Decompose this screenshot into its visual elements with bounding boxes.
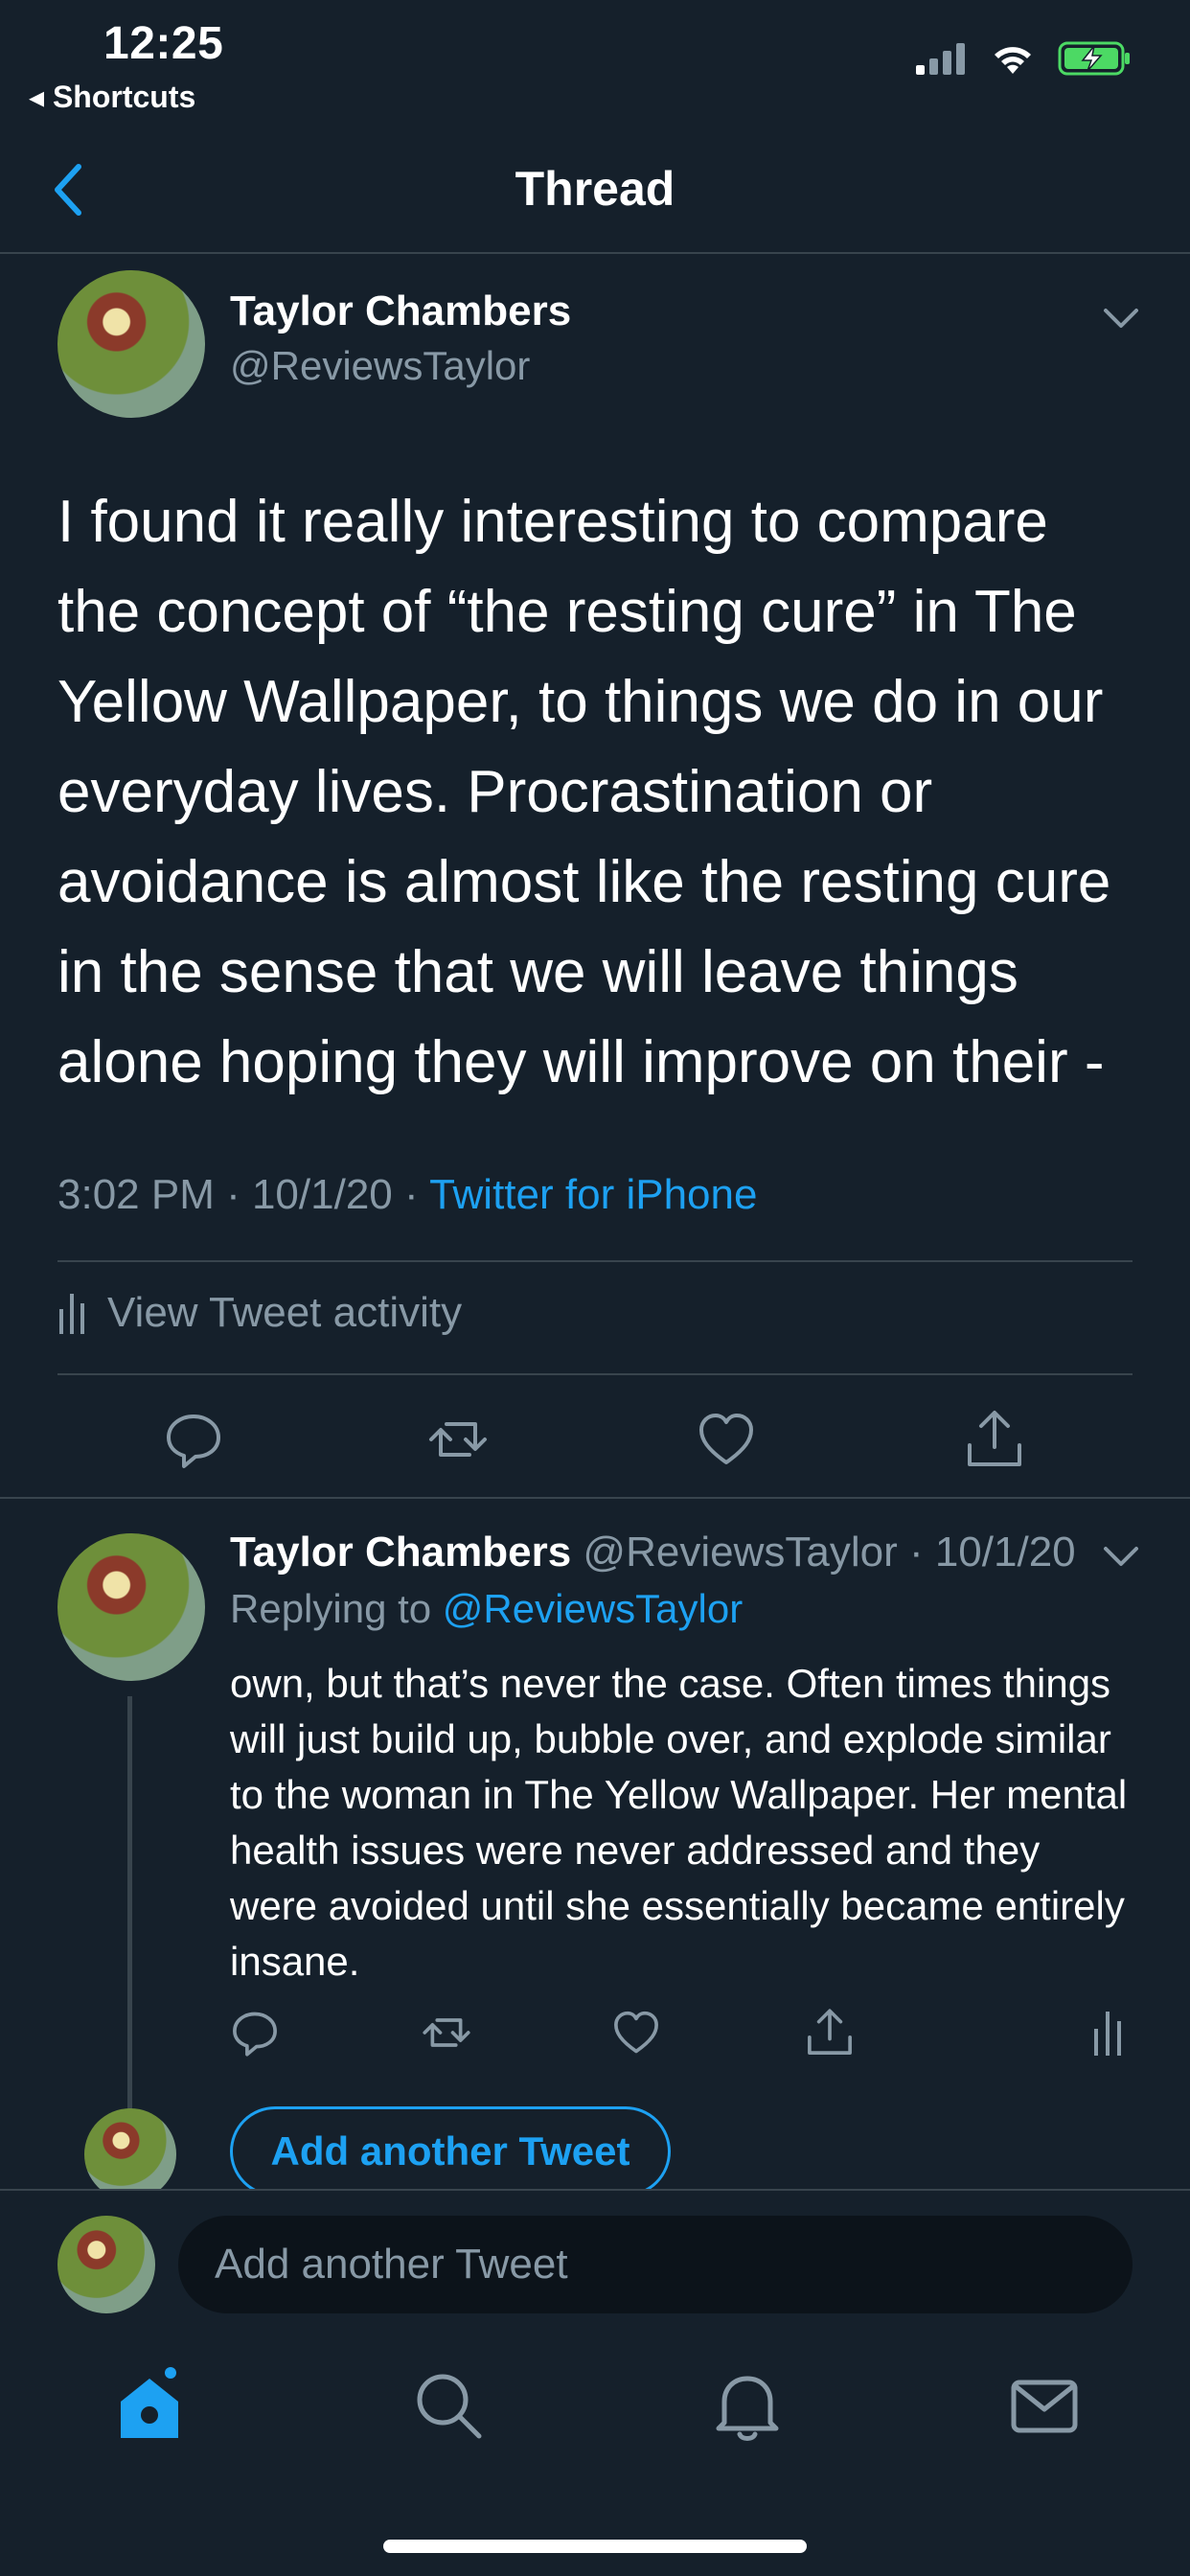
meta-divider (57, 1260, 1133, 1262)
tweet-source-link[interactable]: Twitter for iPhone (429, 1171, 757, 1218)
search-icon[interactable] (410, 2367, 487, 2444)
home-indicator[interactable] (383, 2540, 807, 2553)
page-title: Thread (515, 162, 675, 216)
view-tweet-activity-button[interactable]: View Tweet activity (57, 1289, 462, 1337)
reply-chevron-down-icon[interactable] (1102, 1543, 1140, 1570)
back-to-app-link[interactable]: ◂ Shortcuts (29, 79, 195, 115)
like-icon[interactable] (696, 1409, 757, 1470)
notifications-icon[interactable] (709, 2367, 786, 2444)
author-handle[interactable]: @ReviewsTaylor (230, 343, 530, 389)
reply-like-icon[interactable] (611, 2008, 661, 2058)
avatar[interactable] (57, 270, 205, 418)
reply-header: Taylor Chambers @ReviewsTaylor · 10/1/20 (230, 1529, 1076, 1576)
replying-to-handle-link[interactable]: @ReviewsTaylor (443, 1586, 743, 1631)
reply-reply-icon[interactable] (230, 2008, 280, 2058)
reply-avatar[interactable] (57, 1533, 205, 1681)
reply-icon[interactable] (163, 1409, 224, 1470)
retweet-icon[interactable] (427, 1409, 489, 1470)
replying-to: Replying to @ReviewsTaylor (230, 1586, 743, 1632)
chevron-down-icon[interactable] (1102, 305, 1140, 332)
small-avatar (84, 2108, 176, 2189)
wifi-icon (995, 47, 1031, 74)
share-icon[interactable] (964, 1409, 1025, 1470)
messages-icon[interactable] (1006, 2367, 1083, 2444)
view-tweet-activity-label: View Tweet activity (107, 1289, 463, 1336)
add-tweet-row: Add another Tweet (0, 2089, 1190, 2189)
reply-share-icon[interactable] (805, 2008, 855, 2058)
tweet-timestamp: 3:02 PM · 10/1/20 · (57, 1171, 430, 1218)
home-icon[interactable] (111, 2367, 188, 2444)
reply-handle-date: @ReviewsTaylor · 10/1/20 (571, 1529, 1076, 1576)
battery-charging-icon (1058, 41, 1130, 76)
header-divider (0, 252, 1190, 254)
analytics-icon (59, 1294, 84, 1334)
reply-analytics-icon[interactable] (1083, 2008, 1133, 2058)
reply-author-name[interactable]: Taylor Chambers (230, 1529, 571, 1576)
tweet-meta: 3:02 PM · 10/1/20 · Twitter for iPhone (57, 1171, 757, 1219)
cellular-signal-icon (916, 43, 965, 75)
add-another-tweet-button[interactable]: Add another Tweet (230, 2106, 671, 2189)
tweet-actions (0, 1409, 1190, 1476)
reply-retweet-icon[interactable] (422, 2008, 471, 2058)
replying-to-prefix: Replying to (230, 1586, 443, 1631)
activity-divider (57, 1373, 1133, 1375)
status-icons (916, 40, 1133, 77)
reply-tweet-text: own, but that’s never the case. Often ti… (230, 1661, 1128, 1984)
reply-actions (0, 2008, 1190, 2065)
composer-input[interactable]: Add another Tweet (178, 2216, 1133, 2313)
author-name[interactable]: Taylor Chambers (230, 288, 571, 335)
composer-avatar (57, 2216, 155, 2313)
tweet-divider (0, 1497, 1190, 1499)
status-time: 12:25 (103, 18, 224, 69)
tweet-text: I found it really interesting to compare… (57, 489, 1111, 1095)
